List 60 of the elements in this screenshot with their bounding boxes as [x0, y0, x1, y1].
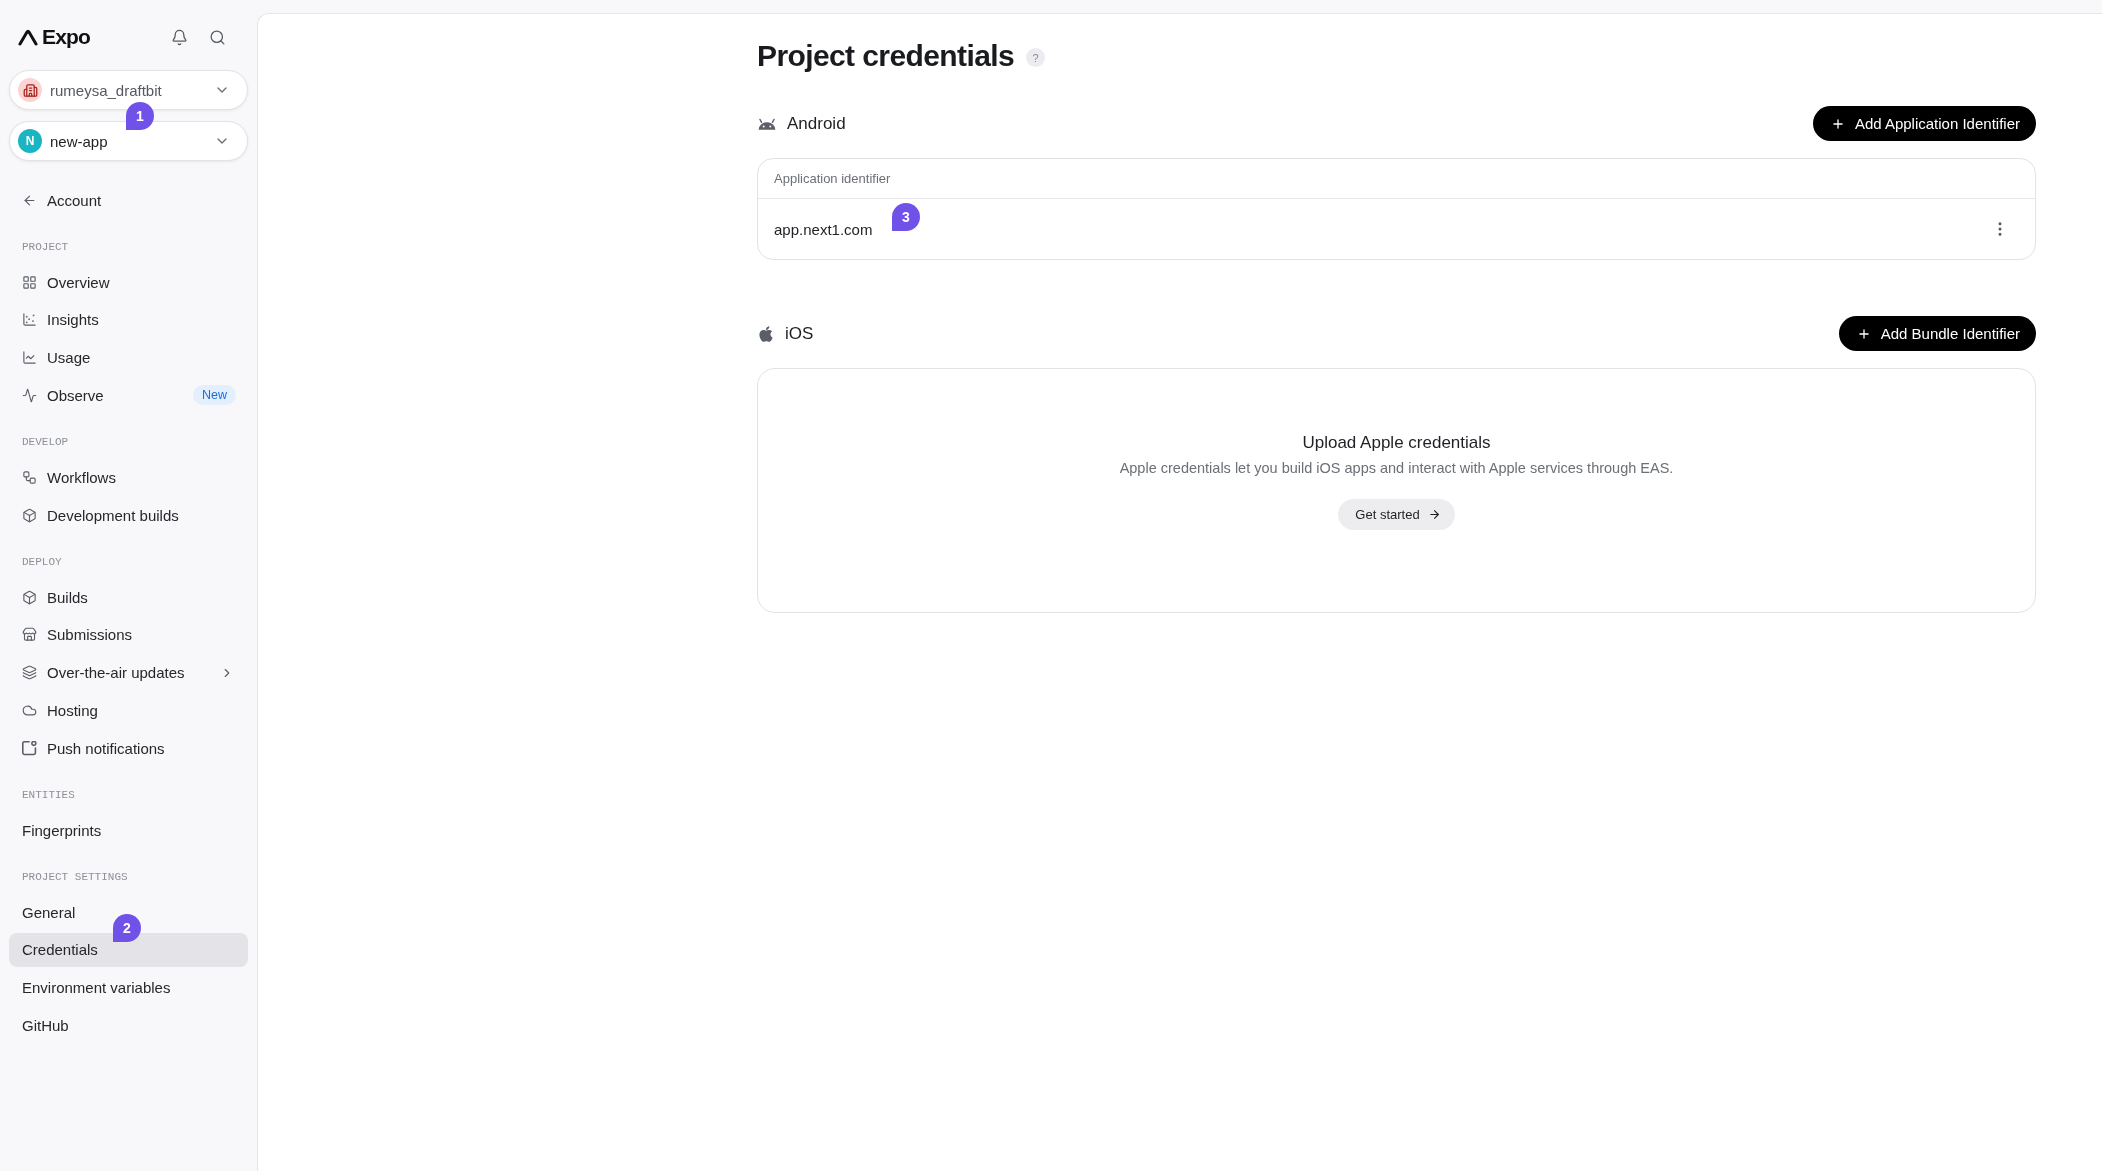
step-marker: 3 — [892, 203, 920, 231]
feature-badge: New — [193, 385, 236, 406]
team-switcher[interactable]: rumeysa_draftbit — [9, 70, 248, 110]
arrow-right-icon — [1427, 508, 1441, 521]
logo-icon — [18, 28, 38, 46]
cloud-icon — [22, 702, 37, 718]
cube-icon — [22, 589, 37, 605]
line-chart-icon — [22, 350, 37, 365]
sidebar-item[interactable]: Submissions — [9, 617, 145, 652]
sidebar-item[interactable]: Insights — [9, 302, 111, 337]
grid-icon — [22, 274, 37, 290]
bell-icon[interactable] — [171, 28, 188, 46]
step-marker: 2 — [113, 913, 141, 942]
platform-title: Android — [787, 113, 846, 134]
plus-icon — [1830, 116, 1845, 131]
section-label: PROJECT — [21, 240, 69, 255]
add-identifier-button[interactable]: Add Bundle Identifier — [1838, 316, 2036, 351]
project-switcher[interactable]: N new-app — [9, 121, 248, 161]
get-started-button[interactable]: Get started — [1338, 499, 1455, 530]
notification-square-icon — [22, 740, 37, 756]
table-cell: app.next1.com — [774, 220, 873, 238]
sidebar-item[interactable]: Environment variables — [9, 970, 183, 1005]
sidebar-item[interactable]: Observe New — [9, 378, 248, 413]
platform-title: iOS — [785, 323, 814, 344]
arrow-left-icon — [22, 192, 37, 208]
back-link[interactable]: Account — [9, 183, 114, 217]
section-label: PROJECT SETTINGS — [21, 870, 128, 885]
store-icon — [22, 627, 37, 643]
sidebar-item[interactable]: Over-the-air updates — [9, 655, 248, 690]
workflow-icon — [22, 469, 37, 485]
sidebar-item[interactable]: General — [9, 895, 88, 929]
apple-icon — [757, 324, 775, 343]
column-header: Application identifier — [774, 171, 891, 186]
sidebar-item[interactable]: Fingerprints — [9, 813, 114, 847]
add-identifier-button[interactable]: Add Application Identifier — [1812, 106, 2036, 141]
empty-state-title: Upload Apple credentials — [1302, 432, 1491, 454]
pulse-icon — [22, 387, 37, 403]
sidebar-item[interactable]: Development builds — [9, 498, 191, 532]
empty-state-description: Apple credentials let you build iOS apps and interact with Apple services through EAS. — [1119, 459, 1674, 478]
section-label: DEVELOP — [21, 435, 69, 451]
sidebar-item[interactable]: Credentials — [9, 932, 248, 967]
sidebar-item[interactable]: Hosting — [9, 693, 110, 728]
sidebar-item[interactable]: Builds — [9, 580, 100, 614]
layers-icon — [22, 665, 37, 680]
building-icon — [18, 78, 42, 102]
section-label: DEPLOY — [21, 555, 62, 570]
sidebar-item[interactable]: GitHub — [9, 1008, 81, 1043]
page-title: Project credentials — [757, 38, 1015, 74]
plus-icon — [1856, 326, 1871, 341]
logo-text: Expo — [42, 25, 91, 49]
sidebar-item[interactable]: Push notifications — [9, 731, 177, 765]
scatter-chart-icon — [22, 312, 37, 328]
section-label: ENTITIES — [21, 788, 75, 803]
sidebar-item[interactable]: Workflows — [9, 460, 128, 495]
sidebar-item[interactable]: Overview — [9, 265, 122, 299]
sidebar-item[interactable]: Usage — [9, 340, 103, 375]
project-avatar: N — [18, 129, 42, 153]
search-icon[interactable] — [209, 28, 226, 46]
cube-icon — [22, 507, 37, 523]
android-icon — [757, 116, 777, 131]
